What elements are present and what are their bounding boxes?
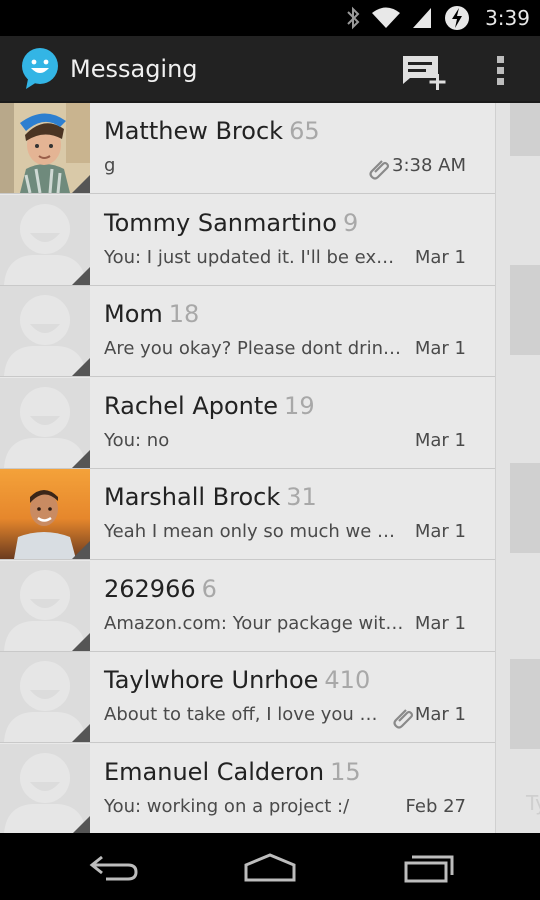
contact-name-text: 262966 — [104, 574, 196, 603]
contact-avatar[interactable] — [0, 652, 90, 742]
message-date: Mar 1 — [414, 429, 466, 451]
wifi-icon — [372, 7, 401, 28]
status-time: 3:39 — [485, 6, 530, 30]
contact-avatar[interactable] — [0, 560, 90, 651]
message-snippet: You: working on a project :/ — [104, 795, 350, 817]
message-count: 6 — [201, 574, 217, 603]
messaging-app-icon[interactable] — [20, 47, 60, 91]
conversation-row[interactable]: Emanuel Calderon 15 You: working on a proj… — [0, 743, 495, 833]
contact-avatar[interactable] — [0, 194, 90, 285]
preview-thumbnail — [510, 463, 540, 553]
new-message-icon[interactable] — [398, 48, 448, 92]
message-count: 18 — [168, 300, 200, 328]
message-count: 31 — [286, 483, 317, 511]
bluetooth-icon — [347, 6, 360, 30]
quick-contact-corner — [72, 815, 90, 833]
message-snippet: Amazon.com: Your package with order has … — [104, 612, 404, 634]
message-snippet: You: I just updated it. I'll be expectin… — [104, 246, 404, 268]
overflow-menu-icon[interactable] — [486, 48, 516, 92]
contact-name-text: Taylwhore Unrhoe — [104, 666, 319, 694]
contact-name-text: Marshall Brock — [104, 483, 281, 511]
status-bar: 3:39 — [0, 0, 540, 36]
contact-name: Taylwhore Unrhoe 410 — [104, 666, 370, 694]
content-area: Matthew Brock 65 g 3:38 AM Tommy Sanmartino 9… — [0, 103, 540, 833]
home-icon[interactable] — [240, 851, 300, 885]
message-date: 3:38 AM — [392, 155, 466, 176]
contact-avatar[interactable] — [0, 286, 90, 376]
quick-contact-corner — [72, 358, 90, 376]
contact-avatar[interactable] — [0, 469, 90, 559]
preview-thumbnail — [510, 103, 540, 156]
battery-charging-icon — [445, 6, 470, 30]
app-title: Messaging — [70, 54, 198, 83]
back-icon[interactable] — [84, 851, 144, 885]
attachment-icon — [369, 160, 390, 180]
quick-contact-corner — [72, 541, 90, 559]
contact-name-text: Mom — [104, 300, 163, 328]
message-snippet: You: no — [104, 429, 170, 451]
quick-contact-corner — [72, 449, 90, 468]
contact-avatar[interactable] — [0, 103, 90, 193]
message-snippet: Are you okay? Please dont drink and driv… — [104, 338, 404, 359]
message-date: Mar 1 — [414, 521, 466, 542]
quick-contact-corner — [72, 266, 90, 285]
message-date: Mar 1 — [414, 338, 466, 359]
contact-name-text: Rachel Aponte — [104, 391, 279, 420]
contact-avatar[interactable] — [0, 743, 90, 833]
message-date: Mar 1 — [414, 612, 466, 634]
message-date: Mar 1 — [414, 246, 466, 268]
quick-contact-corner — [72, 632, 90, 651]
message-snippet: g — [104, 155, 116, 176]
message-snippet: Yeah I mean only so much we can do about… — [104, 521, 404, 542]
contact-name-text: Tommy Sanmartino — [104, 208, 337, 237]
conversation-row[interactable]: 2629666 Amazon.com: Your package with ord… — [0, 560, 495, 652]
contact-name: Emanuel Calderon 15 — [104, 758, 361, 786]
contact-name: Marshall Brock 31 — [104, 483, 317, 511]
preview-thumbnail — [510, 265, 540, 355]
conversation-row[interactable]: Mom18 Are you okay? Please dont drink and… — [0, 286, 495, 377]
contact-avatar[interactable] — [0, 377, 90, 468]
message-date: Mar 1 — [414, 704, 466, 725]
message-count: 9 — [342, 208, 359, 237]
conversation-row[interactable]: Rachel Aponte 19 You: no Mar 1 — [0, 377, 495, 469]
conversation-list[interactable]: Matthew Brock 65 g 3:38 AM Tommy Sanmartino 9… — [0, 103, 495, 833]
contact-name: 262966 6 — [104, 575, 217, 603]
conversation-row[interactable]: Taylwhore Unrhoe 410 About to take off, I … — [0, 652, 495, 743]
navigation-bar — [0, 833, 540, 900]
message-count: 19 — [284, 391, 315, 420]
conversation-row[interactable]: Marshall Brock 31 Yeah I mean only so much… — [0, 469, 495, 560]
contact-name-text: Matthew Brock — [104, 117, 284, 145]
message-count: 65 — [289, 117, 320, 145]
signal-icon — [413, 8, 432, 28]
action-bar: Messaging — [0, 36, 540, 103]
contact-name: Rachel Aponte 19 — [104, 392, 315, 420]
contact-name-text: Emanuel Calderon — [104, 757, 325, 786]
conversation-row[interactable]: Tommy Sanmartino 9 You: I just updated it.… — [0, 194, 495, 286]
contact-name: Tommy Sanmartino 9 — [104, 209, 358, 237]
conversation-preview-panel[interactable]: Ty — [495, 103, 540, 833]
message-count: 410 — [324, 666, 371, 694]
quick-contact-corner — [72, 175, 90, 193]
recent-apps-icon[interactable] — [398, 851, 458, 885]
conversation-row[interactable]: Matthew Brock 65 g 3:38 AM — [0, 103, 495, 194]
message-count: 15 — [330, 757, 361, 786]
attachment-icon — [393, 709, 414, 729]
preview-input-hint: Ty — [526, 791, 540, 815]
quick-contact-corner — [72, 724, 90, 742]
message-date: Feb 27 — [405, 795, 467, 817]
preview-thumbnail — [510, 659, 540, 749]
contact-name: Mom 18 — [104, 300, 199, 328]
message-snippet: About to take off, I love you more than — [104, 704, 379, 725]
contact-name: Matthew Brock 65 — [104, 117, 320, 145]
